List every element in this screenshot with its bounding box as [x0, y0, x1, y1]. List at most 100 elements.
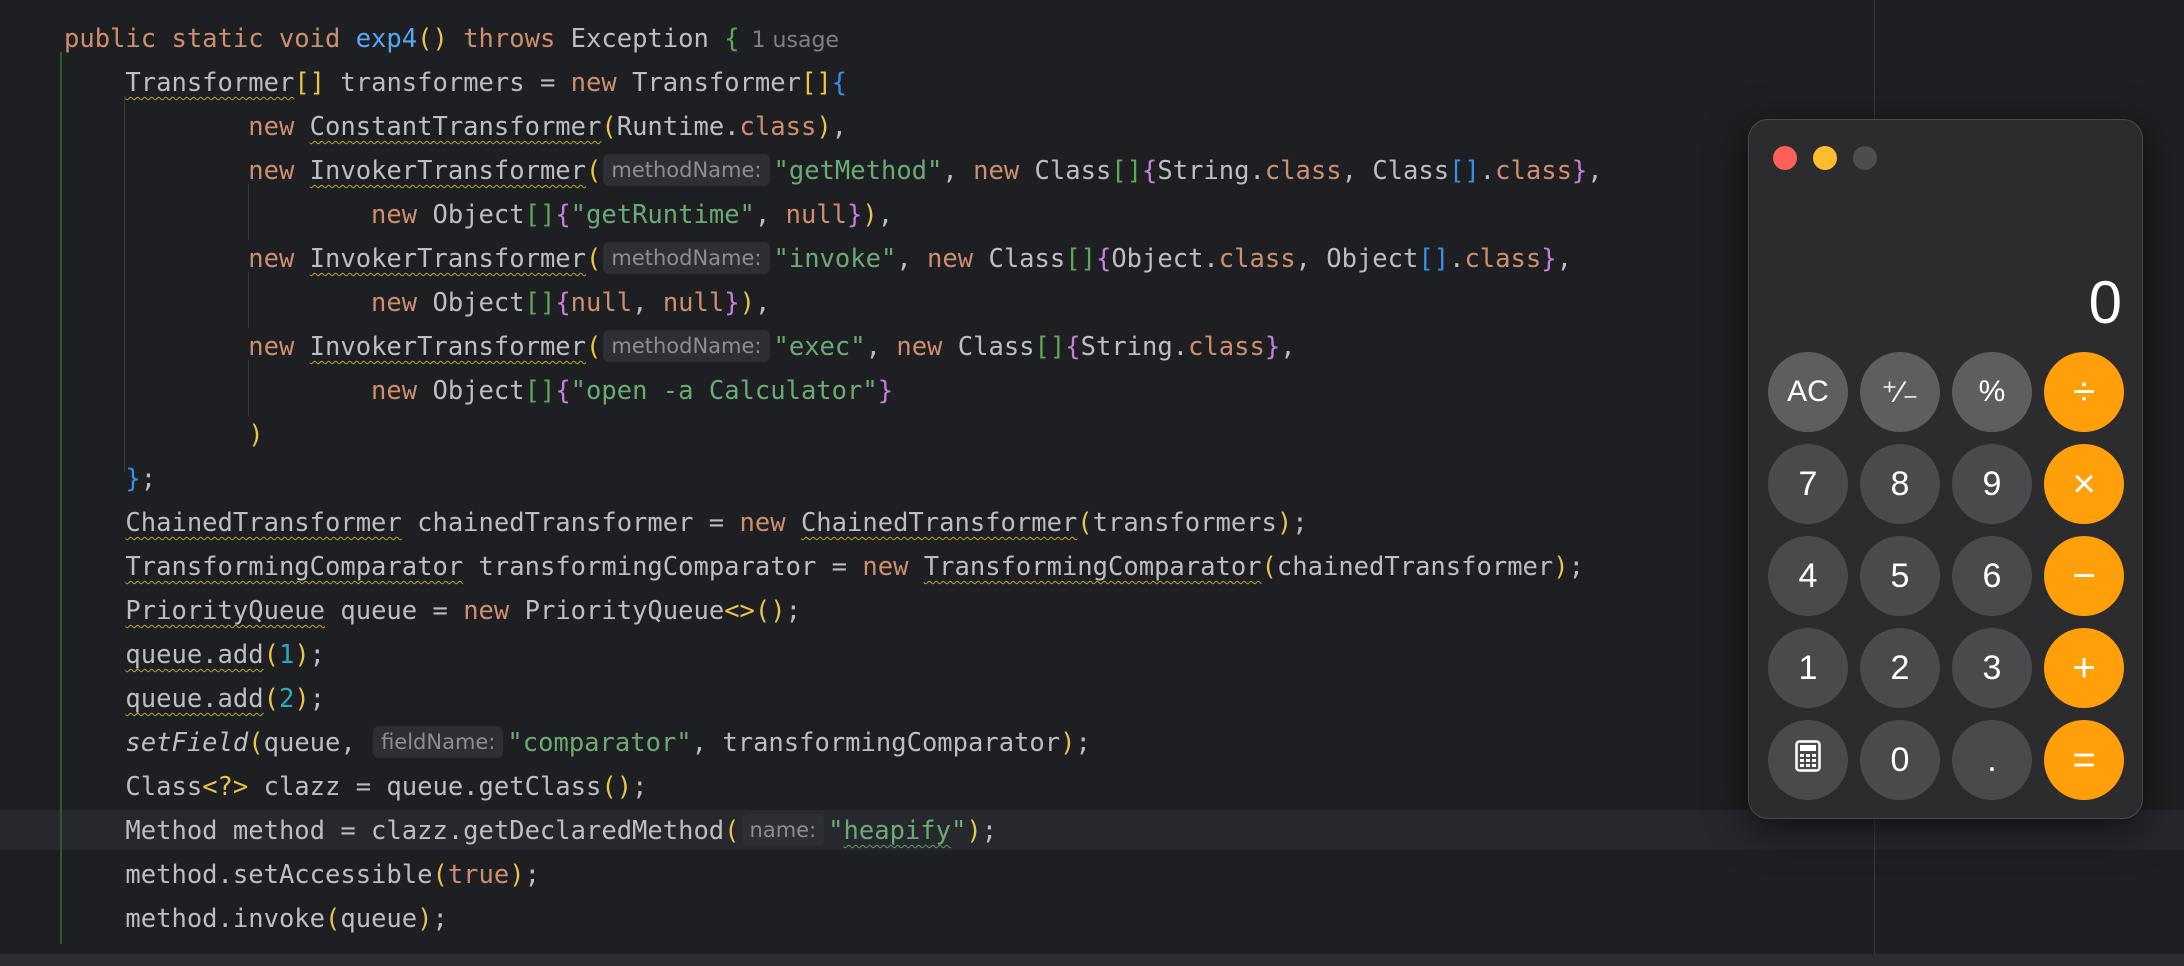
key-label: 5 [1890, 556, 1910, 595]
ac-button[interactable]: AC [1768, 352, 1848, 432]
code-token: PriorityQueue [125, 596, 326, 626]
code-token: ) [1276, 508, 1293, 538]
close-window-button[interactable] [1773, 146, 1797, 170]
code-token: () [601, 772, 633, 802]
code-token: } [847, 200, 863, 230]
digit-4-button[interactable]: 4 [1768, 536, 1848, 616]
code-token: transformingComparator = [463, 552, 863, 582]
code-line[interactable]: new InvokerTransformer(methodName: "exec"… [64, 327, 1296, 367]
code-line[interactable]: new Object[]{"open -a Calculator"} [64, 371, 893, 411]
code-token: { [555, 200, 571, 230]
code-token: chainedTransformer [1276, 552, 1554, 582]
code-token: String. [1080, 332, 1189, 362]
code-line[interactable]: Method method = clazz.getDeclaredMethod(… [64, 811, 997, 851]
digit-2-button[interactable]: 2 [1860, 628, 1940, 708]
digit-5-button[interactable]: 5 [1860, 536, 1940, 616]
parameter-hint: fieldName: [373, 726, 504, 758]
code-token: Object. [1111, 244, 1219, 274]
calculator-window[interactable]: 0 AC ⁺∕₋% ÷ 7 8 9 × 4 5 6 − 1 2 3 +0. = [1748, 119, 2143, 819]
code-line[interactable]: new InvokerTransformer(methodName: "getMe… [64, 151, 1603, 191]
digit-1-button[interactable]: 1 [1768, 628, 1848, 708]
vcs-change-marker [60, 52, 62, 944]
code-token: [] [524, 200, 556, 230]
code-token: Transformer [632, 68, 801, 98]
code-token: Transformer [125, 68, 295, 98]
plus-button[interactable]: + [2044, 628, 2124, 708]
key-label: 4 [1798, 556, 1818, 595]
code-token: , [754, 200, 786, 230]
code-line[interactable]: ) [64, 415, 263, 455]
percent-button[interactable]: % [1952, 352, 2032, 432]
code-line[interactable]: PriorityQueue queue = new PriorityQueue<… [64, 591, 801, 631]
code-token: String. [1157, 156, 1265, 186]
code-line[interactable]: Class<?> clazz = queue.getClass(); [64, 767, 647, 807]
minimize-window-button[interactable] [1813, 146, 1837, 170]
equals-button[interactable]: = [2044, 720, 2124, 800]
code-line[interactable]: Transformer[] transformers = new Transfo… [64, 63, 847, 103]
code-token: . [1479, 156, 1496, 186]
code-token: ChainedTransformer [800, 508, 1078, 538]
digit-8-button[interactable]: 8 [1860, 444, 1940, 524]
key-label: 8 [1890, 464, 1910, 503]
code-token: method.invoke [125, 904, 326, 934]
code-token: transformers [1092, 508, 1277, 538]
zoom-window-button[interactable] [1853, 146, 1877, 170]
code-line[interactable]: queue.add(2); [64, 679, 325, 719]
digit-3-button[interactable]: 3 [1952, 628, 2032, 708]
code-token: ; [981, 816, 998, 846]
code-token: ConstantTransformer [309, 112, 602, 142]
code-line[interactable]: method.invoke(queue); [64, 899, 447, 939]
code-token: null [785, 200, 848, 230]
code-token: { [555, 376, 571, 406]
code-line[interactable]: new ConstantTransformer(Runtime.class), [64, 107, 847, 147]
plus-minus-button[interactable]: ⁺∕₋ [1860, 352, 1940, 432]
parameter-hint: name: [741, 814, 825, 846]
code-line[interactable]: method.setAccessible(true); [64, 855, 540, 895]
digit-0-button[interactable]: 0 [1860, 720, 1940, 800]
code-line[interactable]: ChainedTransformer chainedTransformer = … [64, 503, 1307, 543]
multiply-button[interactable]: × [2044, 444, 2124, 524]
code-token: "comparator" [507, 728, 692, 758]
code-token: "getMethod" [773, 156, 943, 186]
code-token: [] [294, 68, 326, 98]
code-line[interactable]: public static void exp4() throws Excepti… [64, 19, 839, 59]
code-token: TransformingComparator [923, 552, 1262, 582]
code-token: Object [432, 376, 525, 406]
key-label: ⁺∕₋ [1881, 375, 1919, 409]
code-token: Class [988, 244, 1066, 274]
code-token: . [1449, 244, 1465, 274]
digit-9-button[interactable]: 9 [1952, 444, 2032, 524]
code-token: , [1587, 156, 1603, 186]
code-token: PriorityQueue [524, 596, 725, 626]
code-line[interactable]: new Object[]{null, null}), [64, 283, 770, 323]
decimal-button[interactable]: . [1952, 720, 2032, 800]
code-token: class [1495, 156, 1572, 186]
code-token: ( [263, 684, 279, 714]
code-token: Class [1034, 156, 1112, 186]
code-line[interactable]: TransformingComparator transformingCompa… [64, 547, 1584, 587]
code-token: ( [432, 860, 448, 890]
usage-count-hint[interactable]: 1 usage [752, 28, 839, 53]
code-line[interactable]: queue.add(1); [64, 635, 325, 675]
code-token: [] [1034, 332, 1066, 362]
code-token: transformers = [325, 68, 571, 98]
divide-button[interactable]: ÷ [2044, 352, 2124, 432]
code-line[interactable]: new InvokerTransformer(methodName: "invok… [64, 239, 1572, 279]
code-token: ; [1568, 552, 1584, 582]
digit-6-button[interactable]: 6 [1952, 536, 2032, 616]
code-token: queue = [325, 596, 464, 626]
code-token: ( [1077, 508, 1093, 538]
code-token: class [1188, 332, 1265, 362]
code-line[interactable]: new Object[]{"getRuntime", null}), [64, 195, 893, 235]
code-line[interactable]: setField(queue, fieldName: "comparator", … [64, 723, 1091, 763]
code-line[interactable]: }; [64, 459, 156, 499]
minus-button[interactable]: − [2044, 536, 2124, 616]
digit-7-button[interactable]: 7 [1768, 444, 1848, 524]
calculator-mode-button[interactable] [1768, 720, 1848, 800]
